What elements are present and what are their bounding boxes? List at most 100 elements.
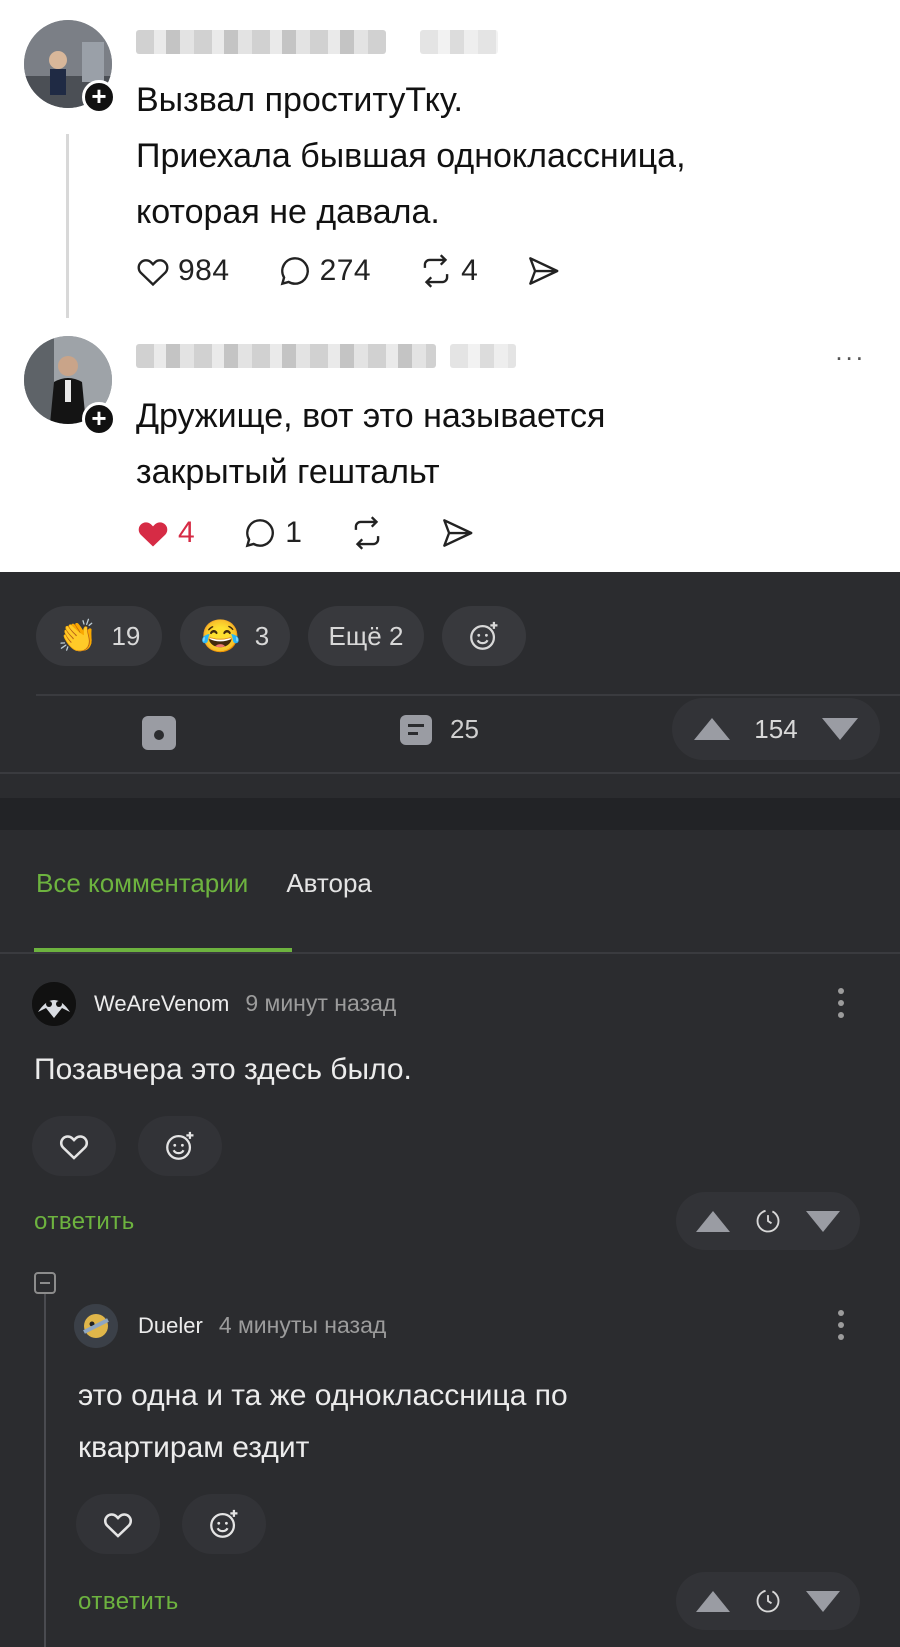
post1-line: Вызвал проституТку. [136,81,463,119]
comments-app: 👏 19 😂 3 Ещё 2 25 154 Все комментарии Ав… [0,572,900,1647]
bookmark-icon[interactable] [142,716,176,750]
upvote-icon[interactable] [696,1210,730,1232]
reply-thread-line [44,1280,46,1647]
share-button[interactable] [524,252,568,290]
comment-text: Позавчера это здесь было. [34,1044,412,1096]
more-reactions-button[interactable]: Ещё 2 [308,606,424,666]
laugh-icon: 😂 [200,618,241,654]
follow-plus-icon[interactable]: + [82,80,116,114]
repost-button[interactable] [348,514,392,552]
repost-icon [423,254,449,288]
thread-line [66,134,69,318]
post2-actions: 4 1 [134,514,528,552]
reply-link[interactable]: ответить [34,1208,135,1236]
post2-line: Дружище, вот это называется [136,397,606,435]
send-icon [529,257,559,285]
comment-like-button[interactable] [32,1116,116,1176]
downvote-icon[interactable] [821,718,858,740]
comment-button[interactable]: 274 [276,252,372,290]
upvote-icon[interactable] [694,718,730,740]
post2-line: закрытый гештальт [136,453,440,491]
post2-text: Дружище, вот это называется закрытый геш… [136,388,605,500]
comment-vote [676,1572,860,1630]
comment-avatar[interactable] [32,982,76,1026]
comment-line: квартирам ездит [78,1431,310,1464]
reaction-laugh[interactable]: 😂 3 [180,606,290,666]
collapse-thread-icon[interactable] [34,1272,56,1294]
add-emoji-icon [470,621,498,650]
add-emoji-icon [210,1509,238,1538]
repost-count: 4 [461,254,479,287]
add-emoji-icon [166,1131,194,1160]
comment-button[interactable]: 1 [241,514,302,552]
comments-stat[interactable]: 25 [400,714,479,745]
post-stats-bar: 25 154 [0,692,900,772]
like-button[interactable]: 984 [134,252,230,290]
comment-username[interactable]: Dueler [138,1313,203,1339]
post1-line: которая не давала. [136,193,440,231]
embedded-post-screenshot: + Вызвал проституТку. Приехала бывшая од… [0,0,900,572]
reaction-clap[interactable]: 👏 19 [36,606,162,666]
post1-line: Приехала бывшая одноклассница, [136,137,686,175]
comment-text: это одна и та же одноклассница по кварти… [78,1370,568,1474]
tab-all-comments[interactable]: Все комментарии [36,868,248,899]
post1-actions: 984 274 4 [134,252,614,290]
downvote-icon[interactable] [806,1210,840,1232]
divider [0,952,900,954]
comment-menu-icon[interactable] [838,1310,844,1346]
share-button[interactable] [438,514,482,552]
comment-line: это одна и та же одноклассница по [78,1379,568,1412]
comment-bubble-icon [245,519,275,548]
reaction-count: 19 [111,620,141,651]
reactions-bar: 👏 19 😂 3 Ещё 2 [36,606,544,666]
like-button[interactable]: 4 [134,514,195,552]
upvote-icon[interactable] [696,1590,730,1612]
add-reaction-button[interactable] [442,606,526,666]
rating-value: 154 [754,713,798,744]
comments-icon [400,714,432,745]
like-count: 984 [178,254,230,287]
downvote-icon[interactable] [806,1590,840,1612]
comments-count: 25 [450,714,479,744]
heart-icon [137,259,169,287]
comment-tabs: Все комментарии Автора [36,868,410,899]
comment-like-button[interactable] [76,1494,160,1554]
clap-icon: 👏 [57,618,98,654]
username-redacted [136,344,436,368]
post-rating: 154 [672,698,880,760]
heart-filled-icon [138,522,168,547]
comment-line: Позавчера это здесь было. [34,1053,412,1086]
like-count: 4 [178,516,196,549]
clock-icon [756,1589,780,1613]
divider [0,772,900,774]
comment-bubble-icon [280,257,309,286]
username-redacted-2 [450,344,516,368]
comment-username[interactable]: WeAreVenom [94,991,229,1017]
follow-plus-icon[interactable]: + [82,402,116,436]
post2-more-button[interactable]: ... [835,336,866,367]
comment-header: WeAreVenom 9 минут назад [94,990,396,1017]
send-icon [443,519,473,547]
comment-count: 1 [285,516,303,549]
username-redacted [136,30,386,54]
comment-menu-icon[interactable] [838,988,844,1024]
username-redacted-2 [420,30,498,54]
reaction-count: 3 [254,620,270,651]
comment-avatar[interactable] [74,1304,118,1348]
heart-icon [104,1513,132,1538]
comment-count: 274 [319,254,372,287]
comment-vote [676,1192,860,1250]
reply-link[interactable]: ответить [78,1588,179,1616]
repost-icon [355,516,380,550]
comment-react-button[interactable] [138,1116,222,1176]
tab-author[interactable]: Автора [286,868,372,899]
comment-react-button[interactable] [182,1494,266,1554]
clock-icon [756,1209,780,1233]
heart-icon [60,1135,88,1160]
more-reactions-label: Ещё 2 [328,620,404,651]
post1-text: Вызвал проституТку. Приехала бывшая одно… [136,72,686,240]
comment-header: Dueler 4 минуты назад [138,1312,386,1339]
comment-time: 4 минуты назад [218,1312,387,1338]
section-gap [0,798,900,830]
repost-button[interactable]: 4 [417,252,478,290]
